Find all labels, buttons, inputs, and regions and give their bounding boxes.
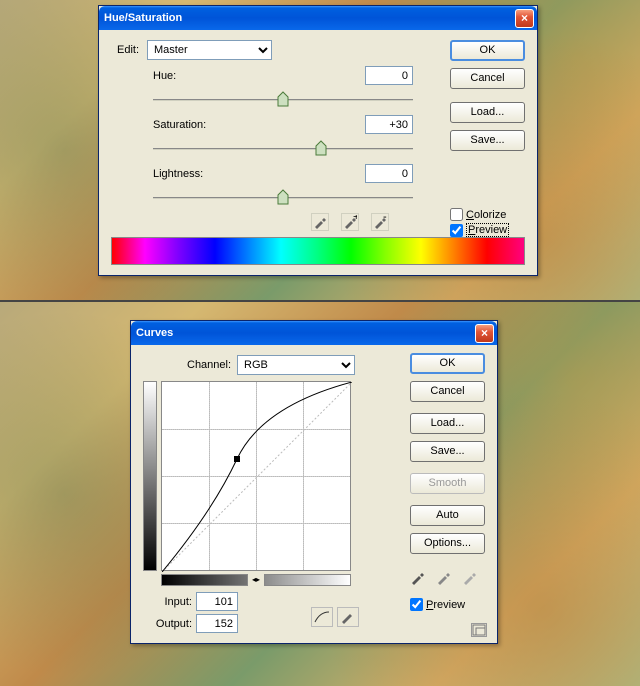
lightness-slider[interactable] (153, 189, 413, 207)
hue-slider[interactable] (153, 91, 413, 109)
output-label: Output: (147, 618, 192, 630)
eyedropper-minus-icon[interactable]: - (371, 213, 389, 231)
saturation-label: Saturation: (153, 119, 365, 131)
horizontal-gradient[interactable]: ◂▸ (161, 574, 351, 586)
hue-input[interactable] (365, 66, 413, 85)
gray-point-eyedropper-icon[interactable] (436, 569, 452, 588)
svg-text:-: - (383, 215, 387, 223)
hue-label: Hue: (153, 70, 365, 82)
vertical-gradient (143, 381, 157, 571)
saturation-input[interactable] (365, 115, 413, 134)
load-button[interactable]: Load... (410, 413, 485, 434)
resize-grip-icon[interactable] (471, 623, 487, 637)
eyedropper-icon[interactable] (311, 213, 329, 231)
colorize-checkbox[interactable] (450, 208, 463, 221)
auto-button[interactable]: Auto (410, 505, 485, 526)
curve-control-point[interactable] (234, 456, 240, 462)
preview-checkbox[interactable] (410, 598, 423, 611)
lightness-label: Lightness: (153, 168, 365, 180)
cancel-button[interactable]: Cancel (450, 68, 525, 89)
preview-label[interactable]: Preview (466, 223, 509, 237)
gradient-arrows-icon[interactable]: ◂▸ (247, 574, 265, 586)
lightness-input[interactable] (365, 164, 413, 183)
dialog-title: Curves (136, 327, 475, 339)
smooth-button: Smooth (410, 473, 485, 494)
channel-label: Channel: (187, 359, 231, 371)
titlebar[interactable]: Hue/Saturation × (99, 6, 537, 30)
dialog-title: Hue/Saturation (104, 12, 515, 24)
saturation-slider[interactable] (153, 140, 413, 158)
curve-path (162, 382, 352, 572)
curves-dialog: Curves × Channel: RGB (130, 320, 498, 644)
curve-pencil-mode-icon[interactable] (337, 607, 359, 627)
options-button[interactable]: Options... (410, 533, 485, 554)
preview-label[interactable]: Preview (426, 599, 465, 611)
edit-label: Edit: (117, 44, 147, 56)
hue-saturation-dialog: Hue/Saturation × Edit: Master Hue: Satur… (98, 5, 538, 276)
cancel-button[interactable]: Cancel (410, 381, 485, 402)
white-point-eyedropper-icon[interactable] (462, 569, 478, 588)
svg-text:+: + (353, 215, 357, 223)
titlebar[interactable]: Curves × (131, 321, 497, 345)
curves-grid[interactable] (161, 381, 351, 571)
ok-button[interactable]: OK (410, 353, 485, 374)
color-spectrum[interactable] (111, 237, 525, 265)
output-field[interactable] (196, 614, 238, 633)
colorize-label[interactable]: Colorize (466, 209, 506, 221)
save-button[interactable]: Save... (450, 130, 525, 151)
input-field[interactable] (196, 592, 238, 611)
load-button[interactable]: Load... (450, 102, 525, 123)
close-icon[interactable]: × (515, 9, 534, 28)
edit-select[interactable]: Master (147, 40, 272, 60)
input-label: Input: (147, 596, 192, 608)
curve-point-mode-icon[interactable] (311, 607, 333, 627)
ok-button[interactable]: OK (450, 40, 525, 61)
save-button[interactable]: Save... (410, 441, 485, 462)
channel-select[interactable]: RGB (237, 355, 355, 375)
preview-checkbox[interactable] (450, 224, 463, 237)
close-icon[interactable]: × (475, 324, 494, 343)
black-point-eyedropper-icon[interactable] (410, 569, 426, 588)
eyedropper-plus-icon[interactable]: + (341, 213, 359, 231)
